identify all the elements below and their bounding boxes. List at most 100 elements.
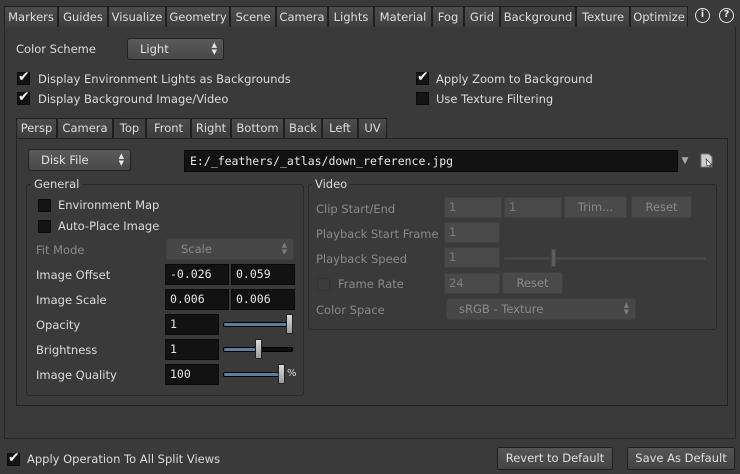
quality-slider-track[interactable] (223, 372, 285, 377)
quality-slider-fill (224, 373, 284, 376)
bg-image-checkbox[interactable]: ✔ (17, 89, 30, 105)
tab-geometry[interactable]: Geometry (166, 6, 230, 28)
video-title: Video (312, 177, 351, 191)
tab-material[interactable]: Material (374, 6, 432, 28)
auto-place-label: Auto-Place Image (58, 219, 160, 233)
image-offset-label: Image Offset (36, 268, 111, 282)
tab-view-camera[interactable]: Camera (57, 118, 113, 139)
brightness-slider-fill (224, 348, 258, 351)
image-offset-y-field[interactable]: 0.059 (231, 264, 295, 285)
tab-left[interactable]: Left (322, 118, 358, 139)
tab-top[interactable]: Top (113, 118, 146, 139)
tab-optimize[interactable]: Optimize (630, 6, 688, 28)
tab-scene[interactable]: Scene (230, 6, 276, 28)
brightness-label: Brightness (36, 343, 98, 357)
opacity-slider-handle[interactable] (286, 314, 293, 334)
opacity-field[interactable]: 1 (165, 314, 219, 335)
color-space-value: sRGB - Texture (459, 302, 544, 316)
env-map-checkbox[interactable] (38, 199, 51, 212)
color-space-dropdown[interactable]: sRGB - Texture ▲ ▼ (446, 298, 636, 320)
frame-rate-label: Frame Rate (338, 277, 404, 291)
opacity-label: Opacity (36, 318, 81, 332)
playback-start-field[interactable]: 1 (444, 222, 500, 243)
path-history-button[interactable]: ▼ (678, 150, 692, 172)
fit-mode-dropdown[interactable]: Scale ▲ ▼ (166, 238, 294, 260)
trim-button[interactable]: Trim... (564, 196, 627, 218)
env-lights-checkbox[interactable]: ✔ (17, 69, 30, 85)
tab-camera[interactable]: Camera (276, 6, 328, 28)
tab-back[interactable]: Back (284, 118, 322, 139)
tab-uv[interactable]: UV (358, 118, 387, 139)
tab-front[interactable]: Front (146, 118, 191, 139)
image-offset-x-field[interactable]: -0.026 (165, 264, 229, 285)
opacity-slider-track[interactable] (223, 322, 293, 327)
tab-persp[interactable]: Persp (16, 118, 57, 139)
tab-grid[interactable]: Grid (464, 6, 500, 28)
checkmark-icon: ✔ (417, 69, 429, 85)
source-type-value: Disk File (41, 153, 89, 167)
source-type-dropdown[interactable]: Disk File ▲ ▼ (28, 149, 131, 171)
chevron-updown-icon: ▲ ▼ (281, 241, 287, 256)
tab-fog[interactable]: Fog (432, 6, 464, 28)
image-scale-label: Image Scale (36, 293, 107, 307)
playback-start-label: Playback Start Frame (316, 227, 439, 241)
image-scale-x-field[interactable]: 0.006 (165, 289, 229, 310)
clip-reset-button[interactable]: Reset (631, 196, 692, 218)
frame-rate-reset-button[interactable]: Reset (502, 272, 563, 294)
color-scheme-dropdown[interactable]: Light ▲ ▼ (127, 38, 224, 60)
texture-filter-checkbox[interactable] (416, 92, 429, 105)
apply-all-checkbox[interactable]: ✔ (7, 450, 20, 466)
playback-speed-field[interactable]: 1 (444, 247, 500, 268)
checkmark-icon: ✔ (8, 450, 20, 466)
auto-place-checkbox[interactable] (38, 220, 51, 233)
tab-markers[interactable]: Markers (4, 6, 58, 28)
clip-end-field[interactable]: 1 (504, 197, 562, 218)
tab-bottom[interactable]: Bottom (231, 118, 284, 139)
frame-rate-checkbox[interactable] (317, 278, 330, 291)
frame-rate-field[interactable]: 24 (444, 273, 500, 294)
playback-speed-slider-track[interactable] (504, 257, 706, 260)
tab-right[interactable]: Right (191, 118, 231, 139)
clip-label: Clip Start/End (316, 202, 396, 216)
chevron-updown-icon: ▲ ▼ (118, 152, 124, 167)
color-scheme-value: Light (140, 42, 169, 56)
tab-visualize[interactable]: Visualize (108, 6, 166, 28)
tab-texture[interactable]: Texture (576, 6, 630, 28)
color-space-label: Color Space (316, 303, 385, 317)
quality-unit: % (287, 368, 297, 379)
help-icon[interactable]: ? (719, 8, 734, 23)
checkmark-icon: ✔ (18, 69, 30, 85)
image-quality-label: Image Quality (36, 368, 117, 382)
fit-mode-label: Fit Mode (36, 243, 85, 257)
tab-guides[interactable]: Guides (58, 6, 108, 28)
image-scale-y-field[interactable]: 0.006 (231, 289, 295, 310)
checkmark-icon: ✔ (18, 89, 30, 105)
save-as-default-button[interactable]: Save As Default (627, 447, 735, 470)
playback-speed-slider-handle[interactable] (551, 249, 556, 267)
brightness-slider-handle[interactable] (254, 339, 262, 359)
fit-mode-value: Scale (181, 242, 212, 256)
quality-slider-handle[interactable] (278, 364, 285, 384)
image-quality-field[interactable]: 100 (165, 364, 219, 385)
bg-image-label: Display Background Image/Video (38, 92, 229, 106)
apply-all-label: Apply Operation To All Split Views (27, 452, 221, 466)
chevron-updown-icon: ▲ ▼ (211, 41, 217, 56)
env-lights-label: Display Environment Lights as Background… (38, 72, 291, 86)
brightness-field[interactable]: 1 (165, 339, 219, 360)
playback-speed-label: Playback Speed (316, 252, 408, 266)
clip-start-field[interactable]: 1 (444, 197, 502, 218)
texture-filter-label: Use Texture Filtering (436, 92, 554, 106)
opacity-slider-fill (224, 323, 292, 326)
tab-background[interactable]: Background (500, 6, 576, 28)
apply-zoom-checkbox[interactable]: ✔ (416, 69, 429, 85)
revert-to-default-button[interactable]: Revert to Default (497, 447, 613, 470)
apply-zoom-label: Apply Zoom to Background (436, 72, 593, 86)
tab-lights[interactable]: Lights (328, 6, 374, 28)
info-icon[interactable]: i (695, 8, 710, 23)
file-browse-icon[interactable] (700, 153, 714, 168)
env-map-label: Environment Map (58, 198, 160, 212)
chevron-updown-icon: ▲ ▼ (623, 301, 629, 316)
color-scheme-label: Color Scheme (16, 42, 96, 56)
general-title: General (31, 177, 83, 191)
file-path-field[interactable]: E:/_feathers/_atlas/down_reference.jpg (184, 150, 678, 172)
